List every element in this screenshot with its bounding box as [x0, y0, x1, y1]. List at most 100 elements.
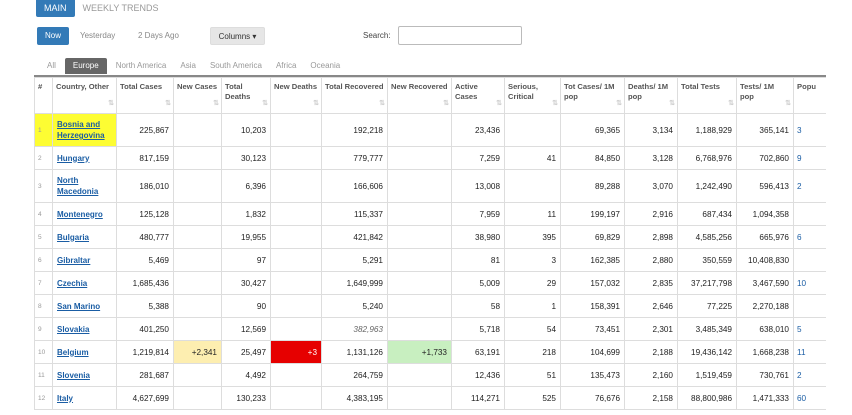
new-deaths-cell — [270, 317, 322, 341]
header-serious-critical[interactable]: Serious, Critical ⇅ — [504, 77, 561, 114]
search-input[interactable] — [398, 26, 522, 45]
region-tab-europe[interactable]: Europe — [64, 58, 107, 74]
rank-cell: 2 — [34, 146, 53, 170]
tests-per-1m-cell: 596,413 — [736, 169, 794, 203]
header-new-deaths[interactable]: New Deaths ⇅ — [270, 77, 322, 114]
new-recovered-cell — [387, 248, 452, 272]
new-recovered-cell — [387, 146, 452, 170]
sort-icon: ⇅ — [552, 100, 558, 107]
columns-dropdown-button[interactable]: Columns ▾ — [210, 27, 265, 45]
country-link[interactable]: Bulgaria — [57, 232, 89, 243]
new-recovered-cell — [387, 202, 452, 226]
header-rank[interactable]: # — [34, 77, 53, 114]
rank-cell: 5 — [34, 225, 53, 249]
country-link[interactable]: Slovenia — [57, 370, 90, 381]
total-recovered-cell: 421,842 — [321, 225, 388, 249]
total-recovered-cell: 115,337 — [321, 202, 388, 226]
tests-per-1m-cell: 638,010 — [736, 317, 794, 341]
active-cases-cell: 63,191 — [451, 340, 505, 364]
country-link[interactable]: San Marino — [57, 301, 100, 312]
population-cell: 5 — [793, 317, 826, 341]
header-total-cases[interactable]: Total Cases ⇅ — [116, 77, 174, 114]
header-tests-per-1m[interactable]: Tests/ 1M pop ⇅ — [736, 77, 794, 114]
tab-weekly-trends[interactable]: WEEKLY TRENDS — [75, 0, 167, 17]
rank-cell: 3 — [34, 169, 53, 203]
header-new-recovered[interactable]: New Recovered ⇅ — [387, 77, 452, 114]
new-cases-cell — [173, 271, 222, 295]
active-cases-cell: 81 — [451, 248, 505, 272]
total-cases-cell: 5,469 — [116, 248, 174, 272]
header-population[interactable]: Popu — [793, 77, 826, 114]
population-cell — [793, 294, 826, 318]
two-days-ago-button[interactable]: 2 Days Ago — [138, 27, 179, 45]
country-link[interactable]: Slovakia — [57, 324, 89, 335]
tab-main[interactable]: MAIN — [36, 0, 75, 17]
new-deaths-cell: +3 — [270, 340, 322, 364]
region-tab-north-america[interactable]: North America — [111, 58, 172, 74]
active-cases-cell: 7,959 — [451, 202, 505, 226]
header-cases-per-1m[interactable]: Tot Cases/ 1M pop ⇅ — [560, 77, 625, 114]
table-row: 12 Italy 4,627,699 130,233 4,383,195 114… — [34, 386, 826, 410]
population-cell — [793, 202, 826, 226]
header-deaths-per-1m[interactable]: Deaths/ 1M pop ⇅ — [624, 77, 678, 114]
sort-icon: ⇅ — [496, 100, 502, 107]
region-tab-asia[interactable]: Asia — [175, 58, 201, 74]
region-tab-oceania[interactable]: Oceania — [305, 58, 345, 74]
population-cell: 10 — [793, 271, 826, 295]
population-cell: 9 — [793, 146, 826, 170]
serious-cell — [504, 113, 561, 147]
population-cell: 6 — [793, 225, 826, 249]
total-deaths-cell: 1,832 — [221, 202, 271, 226]
total-recovered-cell: 382,963 — [321, 317, 388, 341]
deaths-per-1m-cell: 3,128 — [624, 146, 678, 170]
countries-table: # Country, Other ⇅ Total Cases ⇅ New Cases… — [34, 77, 826, 410]
country-link[interactable]: Belgium — [57, 347, 89, 358]
new-deaths-cell — [270, 294, 322, 318]
sort-icon: ⇅ — [262, 100, 268, 107]
serious-cell — [504, 169, 561, 203]
active-cases-cell: 38,980 — [451, 225, 505, 249]
country-link[interactable]: Hungary — [57, 153, 89, 164]
header-total-recovered[interactable]: Total Recovered ⇅ — [321, 77, 388, 114]
serious-cell: 3 — [504, 248, 561, 272]
new-recovered-cell — [387, 271, 452, 295]
total-recovered-cell: 5,240 — [321, 294, 388, 318]
active-cases-cell: 58 — [451, 294, 505, 318]
now-button[interactable]: Now — [37, 27, 69, 45]
country-link[interactable]: Italy — [57, 393, 73, 404]
new-cases-cell — [173, 248, 222, 272]
sort-icon: ⇅ — [443, 100, 449, 107]
header-total-tests[interactable]: Total Tests ⇅ — [677, 77, 737, 114]
country-link[interactable]: Montenegro — [57, 209, 103, 220]
total-cases-cell: 5,388 — [116, 294, 174, 318]
header-active-cases[interactable]: Active Cases ⇅ — [451, 77, 505, 114]
country-link[interactable]: Gibraltar — [57, 255, 90, 266]
tests-per-1m-cell: 702,860 — [736, 146, 794, 170]
country-link[interactable]: North Macedonia — [57, 175, 112, 197]
total-recovered-cell: 264,759 — [321, 363, 388, 387]
population-cell: 2 — [793, 363, 826, 387]
total-cases-cell: 125,128 — [116, 202, 174, 226]
region-tab-south-america[interactable]: South America — [205, 58, 267, 74]
header-new-cases[interactable]: New Cases ⇅ — [173, 77, 222, 114]
new-recovered-cell — [387, 363, 452, 387]
total-tests-cell: 3,485,349 — [677, 317, 737, 341]
yesterday-button[interactable]: Yesterday — [80, 27, 115, 45]
table-header-row: # Country, Other ⇅ Total Cases ⇅ New Cases… — [34, 77, 826, 114]
country-link[interactable]: Bosnia and Herzegovina — [57, 119, 112, 141]
total-deaths-cell: 25,497 — [221, 340, 271, 364]
new-deaths-cell — [270, 202, 322, 226]
header-country[interactable]: Country, Other ⇅ — [52, 77, 117, 114]
region-tab-all[interactable]: All — [42, 58, 61, 74]
new-deaths-cell — [270, 363, 322, 387]
total-recovered-cell: 192,218 — [321, 113, 388, 147]
region-tab-africa[interactable]: Africa — [271, 58, 301, 74]
country-link[interactable]: Czechia — [57, 278, 87, 289]
deaths-per-1m-cell: 2,301 — [624, 317, 678, 341]
total-deaths-cell: 6,396 — [221, 169, 271, 203]
cases-per-1m-cell: 73,451 — [560, 317, 625, 341]
total-tests-cell: 350,559 — [677, 248, 737, 272]
header-total-deaths[interactable]: Total Deaths ⇅ — [221, 77, 271, 114]
sort-icon: ⇅ — [616, 100, 622, 107]
cases-per-1m-cell: 157,032 — [560, 271, 625, 295]
